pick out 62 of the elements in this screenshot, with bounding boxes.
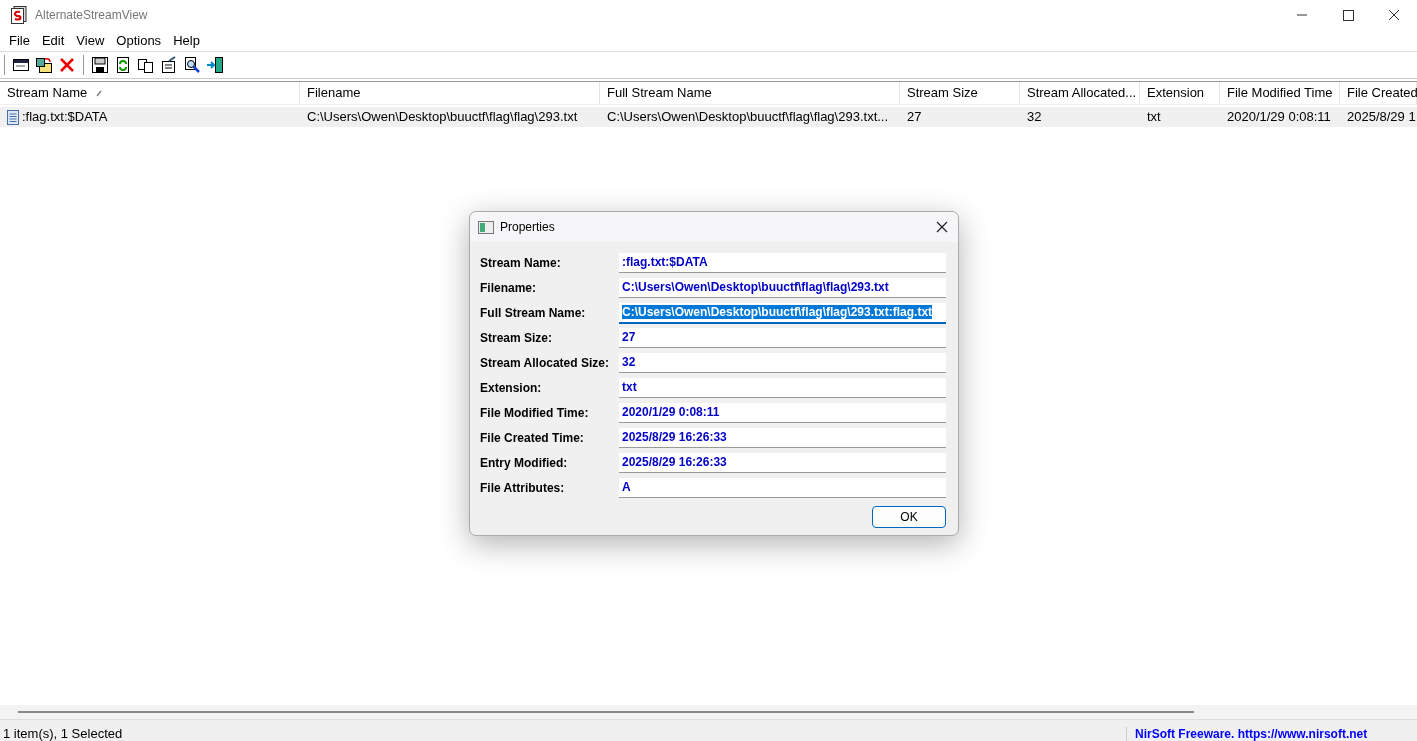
menu-item[interactable]: Options [110, 33, 168, 48]
field-label: File Modified Time: [480, 406, 590, 420]
column-header[interactable]: Extension [1140, 82, 1220, 104]
input-field[interactable]: 2025/8/29 16:26:33 [619, 453, 946, 473]
menu-item[interactable]: Edit [35, 33, 71, 48]
field-label: Stream Size: [480, 331, 554, 345]
field-label: File Attributes: [480, 481, 566, 495]
column-header[interactable]: Stream Size [900, 82, 1020, 104]
table-cell-text: txt [1147, 108, 1161, 126]
app-icon [11, 6, 27, 24]
table-cell-text: 2020/1/29 0:08:11 [1227, 108, 1331, 126]
ok-button[interactable]: OK [872, 506, 946, 528]
table-cell-text: C:\Users\Owen\Desktop\buuctf\flag\flag\293.txt... [607, 108, 889, 126]
input-field[interactable]: A [619, 478, 946, 498]
field-label: Filename: [480, 281, 537, 295]
input-field[interactable]: C:\Users\Owen\Desktop\buuctf\flag\flag\293.txt [619, 278, 946, 298]
status-text: 1 item(s), 1 Selected [2, 726, 123, 741]
window-icon [478, 220, 494, 234]
column-header[interactable]: Stream Name [0, 82, 300, 104]
field-label: Extension: [480, 381, 543, 395]
save-icon[interactable] [91, 56, 109, 74]
field-label: Stream Name: [480, 256, 562, 270]
window-title: AlternateStreamView [35, 8, 148, 22]
input-field[interactable]: :flag.txt:$DATA [619, 253, 946, 273]
input-field[interactable]: C:\Users\Owen\Desktop\buuctf\flag\flag\293.txt:flag.txt [619, 302, 946, 324]
column-header[interactable]: File Created [1340, 82, 1417, 104]
horizontal-scrollbar[interactable] [0, 705, 1417, 719]
table-row[interactable]: :flag.txt:$DATA C:\Users\Owen\Desktop\buuctf\flag\flag\293.txt C:\Users\Owen\Desktop\buuctf\flag\flag\293.txt... 27 32 txt 2020/1/29 0:08:11 2025/8/29 1 [0, 107, 1417, 127]
refresh-icon[interactable] [114, 56, 132, 74]
sort-indicator-icon [96, 89, 104, 97]
field-label: Stream Allocated Size: [480, 356, 610, 370]
menu-item[interactable]: Help [167, 33, 206, 48]
copy-icon[interactable] [137, 56, 155, 74]
field-label: Entry Modified: [480, 456, 569, 470]
dialog-title: Properties [500, 220, 555, 234]
input-field[interactable]: 2020/1/29 0:08:11 [619, 403, 946, 423]
document-icon [7, 109, 19, 125]
folder-icon[interactable] [35, 56, 53, 74]
input-field[interactable]: 27 [619, 328, 946, 348]
table-cell-text: :flag.txt:$DATA [22, 108, 108, 126]
table-cell-text: 27 [907, 108, 922, 126]
search-icon[interactable] [183, 56, 201, 74]
website-link[interactable]: NirSoft Freeware. https://www.nirsoft.net [1126, 727, 1417, 741]
input-field[interactable]: 32 [619, 353, 946, 373]
column-header[interactable]: Stream Allocated... [1020, 82, 1140, 104]
menu-item[interactable]: File [3, 33, 36, 48]
field-label: File Created Time: [480, 431, 585, 445]
delete-icon[interactable] [58, 56, 76, 74]
menu-item[interactable]: View [70, 33, 111, 48]
properties-icon[interactable] [160, 56, 178, 74]
input-field[interactable]: txt [619, 378, 946, 398]
column-header[interactable]: File Modified Time [1220, 82, 1340, 104]
column-header[interactable]: Filename [300, 82, 600, 104]
close-icon[interactable] [935, 220, 949, 234]
table-cell-text: C:\Users\Owen\Desktop\buuctf\flag\flag\293.txt [307, 108, 578, 126]
column-header[interactable]: Full Stream Name [600, 82, 900, 104]
window-icon[interactable] [12, 56, 30, 74]
table-cell-text: 2025/8/29 1 [1347, 108, 1416, 126]
exit-icon[interactable] [206, 56, 224, 74]
table-cell-text: 32 [1027, 108, 1042, 126]
input-field[interactable]: 2025/8/29 16:26:33 [619, 428, 946, 448]
field-label: Full Stream Name: [480, 306, 587, 320]
